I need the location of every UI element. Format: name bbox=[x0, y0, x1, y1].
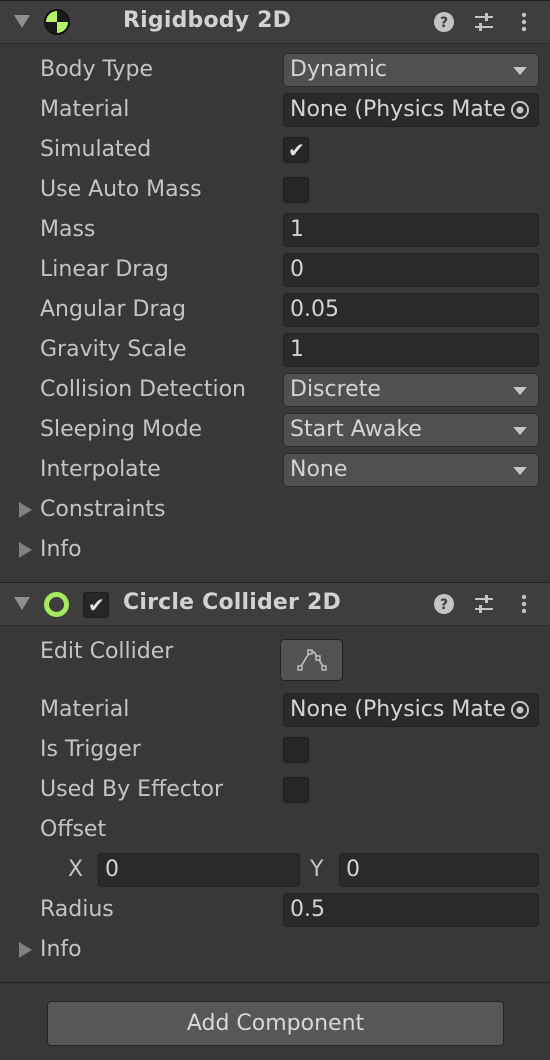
rigidbody-info-foldout[interactable]: Info bbox=[0, 535, 300, 569]
preset-sliders-icon[interactable] bbox=[472, 592, 496, 616]
context-menu-kebab-icon[interactable] bbox=[512, 592, 536, 616]
is-trigger-label: Is Trigger bbox=[40, 737, 141, 762]
offset-x-label: X bbox=[68, 857, 84, 882]
object-picker-icon[interactable] bbox=[510, 700, 530, 720]
offset-x-input[interactable]: 0 bbox=[98, 853, 300, 887]
simulated-checkbox[interactable]: ✔ bbox=[283, 137, 309, 163]
interpolate-label: Interpolate bbox=[40, 457, 161, 482]
component-enabled-checkbox[interactable]: ✔ bbox=[83, 592, 109, 618]
preset-sliders-icon[interactable] bbox=[472, 10, 496, 34]
rigidbody2d-header[interactable]: Rigidbody 2D ? bbox=[0, 0, 550, 44]
rigidbody2d-icon bbox=[44, 9, 70, 35]
collider-info-foldout[interactable]: Info bbox=[0, 935, 300, 969]
info-label: Info bbox=[40, 537, 82, 562]
foldout-collapsed-arrow-icon bbox=[19, 942, 32, 958]
offset-y-input[interactable]: 0 bbox=[339, 853, 539, 887]
component-title: Circle Collider 2D bbox=[123, 590, 341, 615]
help-icon[interactable]: ? bbox=[432, 10, 456, 34]
offset-label: Offset bbox=[40, 817, 107, 842]
object-picker-icon[interactable] bbox=[510, 100, 530, 120]
sleeping-mode-dropdown[interactable]: Start Awake bbox=[283, 413, 539, 447]
collider-info-label: Info bbox=[40, 937, 82, 962]
edit-collider-shape-icon bbox=[297, 649, 327, 671]
material-object-field[interactable]: None (Physics Mate bbox=[283, 93, 539, 127]
body-type-label: Body Type bbox=[40, 57, 154, 82]
body-type-value: Dynamic bbox=[290, 57, 388, 82]
is-trigger-checkbox[interactable] bbox=[283, 737, 309, 763]
angular-drag-label: Angular Drag bbox=[40, 297, 186, 322]
collider-material-object-field[interactable]: None (Physics Mate bbox=[283, 693, 539, 727]
svg-text:?: ? bbox=[440, 15, 448, 31]
radius-input[interactable]: 0.5 bbox=[283, 893, 539, 927]
circle-collider2d-header[interactable]: ✔ Circle Collider 2D ? bbox=[0, 582, 550, 626]
interpolate-dropdown[interactable]: None bbox=[283, 453, 539, 487]
constraints-foldout[interactable]: Constraints bbox=[0, 495, 300, 529]
dropdown-arrow-icon bbox=[513, 387, 527, 395]
used-by-effector-label: Used By Effector bbox=[40, 777, 223, 802]
dropdown-arrow-icon bbox=[513, 427, 527, 435]
used-by-effector-checkbox[interactable] bbox=[283, 777, 309, 803]
linear-drag-label: Linear Drag bbox=[40, 257, 169, 282]
dropdown-arrow-icon bbox=[513, 467, 527, 475]
collider-material-value: None (Physics Mate bbox=[290, 697, 506, 722]
foldout-expanded-arrow-icon[interactable] bbox=[14, 15, 30, 28]
foldout-expanded-arrow-icon[interactable] bbox=[14, 597, 30, 610]
gravity-scale-input[interactable]: 1 bbox=[283, 333, 539, 367]
mass-input[interactable]: 1 bbox=[283, 213, 539, 247]
section-divider bbox=[0, 982, 550, 983]
edit-collider-button[interactable] bbox=[280, 639, 343, 681]
dropdown-arrow-icon bbox=[513, 67, 527, 75]
help-icon[interactable]: ? bbox=[432, 592, 456, 616]
collision-detection-label: Collision Detection bbox=[40, 377, 247, 402]
foldout-collapsed-arrow-icon bbox=[19, 542, 32, 558]
sleeping-mode-label: Sleeping Mode bbox=[40, 417, 203, 442]
context-menu-kebab-icon[interactable] bbox=[512, 10, 536, 34]
gravity-scale-label: Gravity Scale bbox=[40, 337, 187, 362]
material-label: Material bbox=[40, 97, 130, 122]
angular-drag-input[interactable]: 0.05 bbox=[283, 293, 539, 327]
edit-collider-label: Edit Collider bbox=[40, 639, 174, 664]
mass-label: Mass bbox=[40, 217, 96, 242]
radius-label: Radius bbox=[40, 897, 114, 922]
simulated-label: Simulated bbox=[40, 137, 152, 162]
checkmark-icon: ✔ bbox=[88, 593, 105, 617]
circle-collider2d-icon bbox=[44, 592, 69, 617]
use-auto-mass-label: Use Auto Mass bbox=[40, 177, 202, 202]
component-title: Rigidbody 2D bbox=[123, 8, 292, 33]
sleeping-mode-value: Start Awake bbox=[290, 417, 422, 442]
offset-y-label: Y bbox=[310, 857, 324, 882]
checkmark-icon: ✔ bbox=[288, 138, 305, 162]
foldout-collapsed-arrow-icon bbox=[19, 502, 32, 518]
use-auto-mass-checkbox[interactable] bbox=[283, 177, 309, 203]
collision-detection-dropdown[interactable]: Discrete bbox=[283, 373, 539, 407]
add-component-button[interactable]: Add Component bbox=[47, 1001, 504, 1046]
constraints-label: Constraints bbox=[40, 497, 166, 522]
interpolate-value: None bbox=[290, 457, 348, 482]
material-value: None (Physics Mate bbox=[290, 97, 506, 122]
collider-material-label: Material bbox=[40, 697, 130, 722]
collision-detection-value: Discrete bbox=[290, 377, 381, 402]
svg-text:?: ? bbox=[440, 597, 448, 613]
linear-drag-input[interactable]: 0 bbox=[283, 253, 539, 287]
body-type-dropdown[interactable]: Dynamic bbox=[283, 53, 539, 87]
